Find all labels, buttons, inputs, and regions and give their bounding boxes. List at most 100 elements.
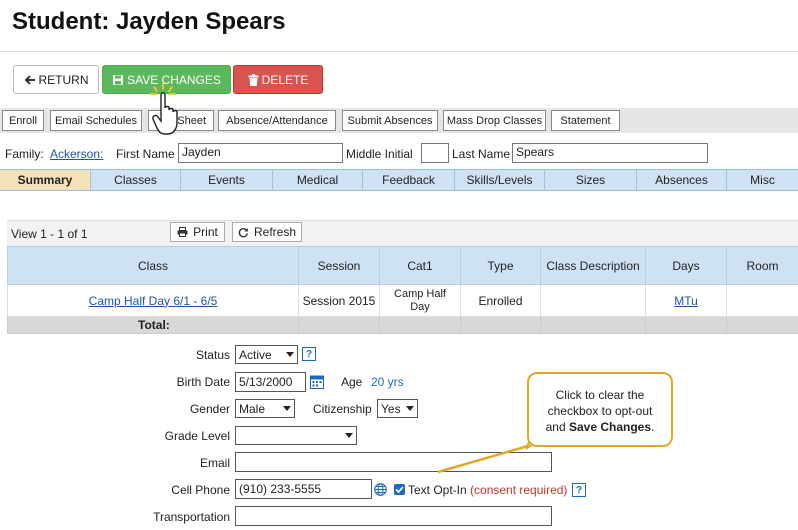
globe-icon[interactable] <box>374 483 387 496</box>
return-button[interactable]: RETURN <box>13 65 99 94</box>
gender-select[interactable]: Male <box>235 399 295 418</box>
age-label: Age <box>341 375 363 389</box>
submit-absences-button[interactable]: Submit Absences <box>342 110 438 131</box>
delete-button[interactable]: DELETE <box>233 65 323 94</box>
callout-line-1: Click to clear the <box>555 388 645 402</box>
calendar-icon[interactable] <box>310 374 324 389</box>
grade-level-label: Grade Level <box>164 429 230 443</box>
floppy-disk-icon <box>113 74 124 85</box>
refresh-button[interactable]: Refresh <box>232 222 302 242</box>
column-header-cat1[interactable]: Cat1 <box>379 246 461 285</box>
tab-sizes[interactable]: Sizes <box>545 170 637 190</box>
days-link[interactable]: MTu <box>674 294 698 308</box>
transportation-input[interactable] <box>235 506 552 526</box>
cell-phone-input[interactable]: (910) 233-5555 <box>235 479 372 499</box>
statement-button[interactable]: Statement <box>551 110 620 131</box>
callout-line-2: checkbox to opt-out <box>547 404 653 418</box>
enroll-button[interactable]: Enroll <box>2 110 44 131</box>
last-name-input[interactable]: Spears <box>512 143 708 163</box>
print-label: Print <box>193 225 218 239</box>
email-label: Email <box>199 456 230 470</box>
grid-record-count: View 1 - 1 of 1 <box>11 227 88 241</box>
refresh-icon <box>238 227 248 237</box>
title-divider <box>0 51 798 52</box>
tab-feedback[interactable]: Feedback <box>363 170 455 190</box>
chevron-down-icon <box>283 406 291 411</box>
consent-required-text: (consent required) <box>470 483 568 497</box>
absence-attendance-button[interactable]: Absence/Attendance <box>218 110 336 131</box>
status-label: Status <box>195 348 230 362</box>
table-row: Camp Half Day 6/1 - 6/5 Session 2015 Cam… <box>7 284 798 317</box>
chevron-down-icon <box>345 433 353 438</box>
class-link[interactable]: Camp Half Day 6/1 - 6/5 <box>89 294 218 308</box>
text-opt-in-checkbox[interactable] <box>394 484 405 495</box>
status-select[interactable]: Active <box>235 345 298 364</box>
refresh-label: Refresh <box>253 225 297 239</box>
first-name-input[interactable]: Jayden <box>178 143 343 163</box>
page-title: Student: Jayden Spears <box>12 8 286 35</box>
email-schedules-button[interactable]: Email Schedules <box>50 110 142 131</box>
column-header-session[interactable]: Session <box>298 246 380 285</box>
family-label: Family: <box>5 147 44 161</box>
annotation-callout: Click to clear the checkbox to opt-out a… <box>527 372 673 447</box>
citizenship-value: Yes <box>381 401 401 416</box>
cell-phone-label: Cell Phone <box>171 483 230 497</box>
cat1-cell: Camp Half Day <box>379 284 461 317</box>
last-name-label: Last Name <box>452 147 511 161</box>
chevron-down-icon <box>286 352 294 357</box>
grade-level-select[interactable] <box>235 426 357 445</box>
delete-label: DELETE <box>261 72 309 87</box>
type-cell: Enrolled <box>460 284 541 317</box>
column-header-room[interactable]: Room <box>726 246 798 285</box>
column-header-type[interactable]: Type <box>460 246 541 285</box>
checkmark-icon <box>395 486 404 494</box>
print-button[interactable]: Print <box>170 222 225 242</box>
tab-summary[interactable]: Summary <box>0 170 91 190</box>
tab-skills-levels[interactable]: Skills/Levels <box>455 170 545 190</box>
tab-misc[interactable]: Misc <box>727 170 798 190</box>
session-cell: Session 2015 <box>298 284 380 317</box>
transportation-label: Transportation <box>153 510 230 524</box>
student-name-row: Family: Ackerson: First Name Jayden Midd… <box>0 141 798 165</box>
tab-medical[interactable]: Medical <box>273 170 363 190</box>
room-cell <box>726 284 798 317</box>
text-opt-in-label: Text Opt-In <box>408 483 467 497</box>
first-name-label: First Name <box>116 147 175 161</box>
callout-line-3-suffix: . <box>651 420 655 434</box>
total-label: Total: <box>7 316 299 334</box>
tab-events[interactable]: Events <box>181 170 273 190</box>
tab-absences[interactable]: Absences <box>637 170 727 190</box>
printer-icon <box>177 227 188 237</box>
hand-cursor-icon <box>150 83 178 135</box>
age-value: 20 yrs <box>371 375 404 389</box>
grid-header-row: Class Session Cat1 Type Class Descriptio… <box>7 246 798 285</box>
return-label: RETURN <box>38 72 89 87</box>
birth-date-input[interactable]: 5/13/2000 <box>235 372 306 392</box>
citizenship-select[interactable]: Yes <box>377 399 418 418</box>
help-icon[interactable]: ? <box>302 347 316 361</box>
family-link[interactable]: Ackerson: <box>50 147 103 161</box>
status-value: Active <box>239 347 272 362</box>
callout-line-3-prefix: and <box>545 420 569 434</box>
grid-toolbar <box>7 220 798 246</box>
mass-drop-classes-button[interactable]: Mass Drop Classes <box>443 110 546 131</box>
description-cell <box>540 284 646 317</box>
birth-date-label: Birth Date <box>176 375 230 389</box>
callout-line-3-bold: Save Changes <box>568 420 652 434</box>
gender-value: Male <box>239 401 266 416</box>
column-header-class[interactable]: Class <box>7 246 299 285</box>
column-header-class-description[interactable]: Class Description <box>540 246 646 285</box>
gender-label: Gender <box>189 402 230 416</box>
middle-initial-label: Middle Initial <box>346 147 413 161</box>
trash-icon <box>248 73 259 86</box>
classes-grid: Class Session Cat1 Type Class Descriptio… <box>7 246 798 334</box>
student-tabs: Summary Classes Events Medical Feedback … <box>0 169 798 191</box>
tab-classes[interactable]: Classes <box>91 170 181 190</box>
chevron-down-icon <box>406 406 414 411</box>
arrow-left-icon <box>24 74 35 85</box>
middle-initial-input[interactable] <box>421 143 449 163</box>
help-icon[interactable]: ? <box>572 483 586 497</box>
citizenship-label: Citizenship <box>313 402 372 416</box>
column-header-days[interactable]: Days <box>645 246 727 285</box>
grid-total-row: Total: <box>7 316 798 334</box>
